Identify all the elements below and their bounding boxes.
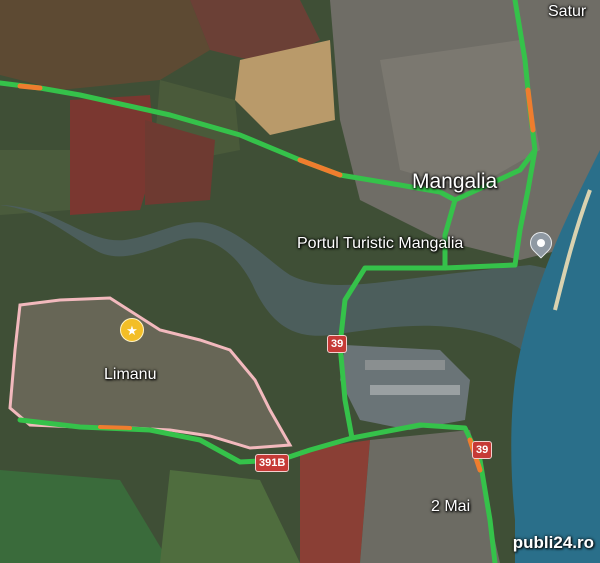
- label-limanu: Limanu: [104, 366, 157, 383]
- label-mangalia: Mangalia: [412, 170, 498, 193]
- satellite-map[interactable]: Satur Mangalia Portul Turistic Mangalia …: [0, 0, 600, 563]
- road-shield-39-north: 39: [327, 335, 348, 353]
- road-shield-391b: 391B: [255, 454, 290, 472]
- field-green-2: [0, 150, 70, 215]
- map-canvas: [0, 0, 600, 563]
- star-pin-icon[interactable]: ★: [120, 318, 144, 342]
- road-shield-39-south: 39: [472, 441, 493, 459]
- watermark-publi24: publi24.ro: [512, 533, 594, 552]
- label-2-mai: 2 Mai: [431, 498, 471, 515]
- label-port-turistic: Portul Turistic Mangalia: [297, 235, 464, 252]
- dock-2: [370, 385, 460, 395]
- field-s-red: [300, 440, 370, 563]
- road-traffic-orange-2: [17, 83, 43, 91]
- field-red-1: [70, 95, 155, 215]
- label-saturn: Satur: [548, 3, 587, 20]
- dock-1: [365, 360, 445, 370]
- road-traffic-orange-5: [98, 425, 132, 430]
